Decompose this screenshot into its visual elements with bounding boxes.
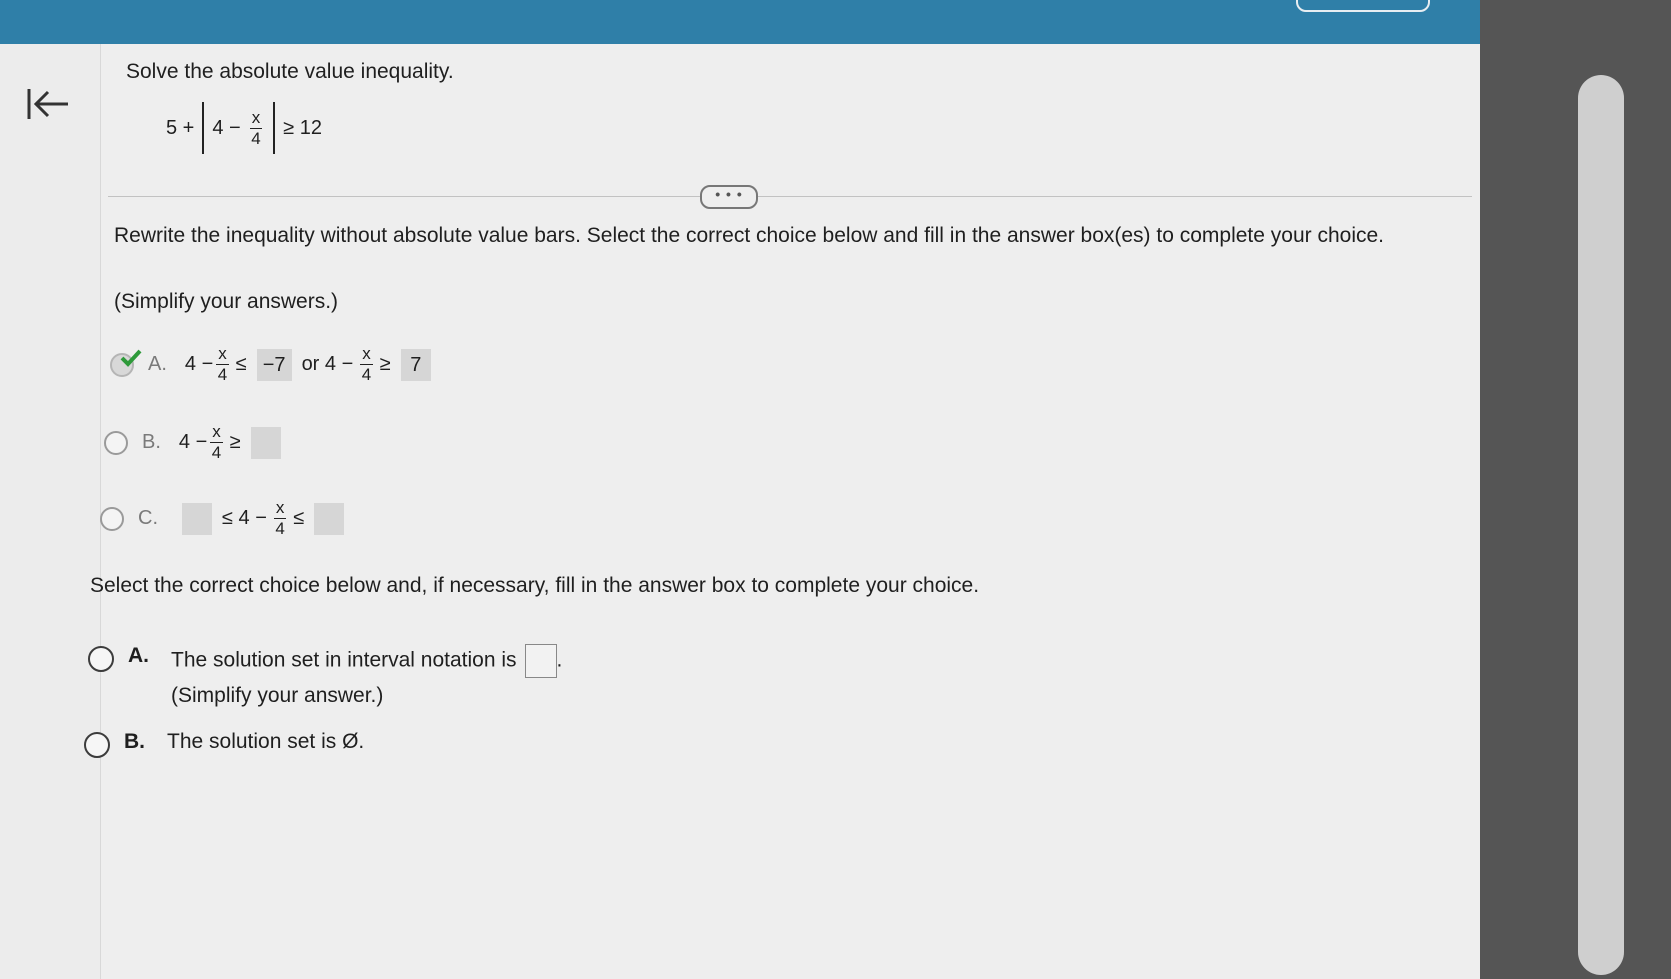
- check-icon: [120, 349, 142, 367]
- part2-instruction: Select the correct choice below and, if …: [90, 574, 980, 597]
- option-lead: 4 −: [178, 431, 208, 453]
- answer-box-1[interactable]: −7: [256, 348, 292, 381]
- option-letter: B.: [124, 730, 145, 753]
- option-body: The solution set in interval notation is…: [171, 644, 562, 708]
- option-a-radio[interactable]: [110, 349, 142, 377]
- part1-instruction: Rewrite the inequality without absolute …: [114, 224, 1384, 247]
- part1-option-b[interactable]: B. 4 − x 4 ≥: [104, 422, 287, 463]
- question-content: Solve the absolute value inequality. 5 +…: [84, 44, 1480, 979]
- header-pill-button[interactable]: [1296, 0, 1430, 12]
- fraction-denominator: 4: [211, 443, 222, 462]
- fraction-numerator: x: [216, 344, 229, 365]
- collapse-back-icon[interactable]: [26, 86, 72, 122]
- option-or-text: or 4 −: [301, 353, 354, 375]
- part1-option-c[interactable]: C. ≤ 4 − x 4 ≤: [100, 498, 350, 539]
- answer-box-1[interactable]: [182, 502, 212, 535]
- option-fraction-2: x 4: [360, 344, 373, 385]
- top-bar: [0, 0, 1480, 44]
- part1-note: (Simplify your answers.): [114, 290, 339, 313]
- fraction-denominator: 4: [217, 365, 228, 384]
- option-operator-2: ≥: [379, 353, 391, 375]
- expr-fraction: x 4: [249, 107, 263, 149]
- fraction-numerator: x: [273, 498, 287, 519]
- abs-bar-left: [202, 102, 205, 154]
- option-operator: ≥: [229, 431, 241, 453]
- option-lead: 4 −: [184, 353, 214, 375]
- answer-box-1[interactable]: [250, 426, 281, 459]
- option-fraction: x 4: [273, 498, 287, 539]
- question-page: Solve the absolute value inequality. 5 +…: [0, 44, 1480, 979]
- fraction-numerator: x: [210, 422, 223, 443]
- question-expression: 5 + 4 − x 4 ≥ 12: [166, 102, 322, 154]
- option-suffix: .: [556, 648, 563, 672]
- part1-option-a[interactable]: A. 4 − x 4 ≤ −7 or 4 − x 4 ≥ 7: [110, 344, 437, 385]
- expr-inner-lead: 4 −: [212, 116, 241, 139]
- abs-bar-right: [273, 102, 276, 154]
- interval-answer-box[interactable]: [524, 644, 557, 678]
- expr-trail: ≥ 12: [283, 116, 322, 139]
- option-operator: ≤ 4 −: [222, 507, 267, 529]
- left-rail: [0, 44, 101, 979]
- fraction-numerator: x: [249, 107, 263, 129]
- question-title: Solve the absolute value inequality.: [126, 60, 454, 83]
- window-edge: [1480, 0, 1671, 979]
- option-operator: ≤: [235, 353, 247, 375]
- option-letter: B.: [142, 431, 161, 453]
- option-fraction: x 4: [210, 422, 223, 463]
- fraction-denominator: 4: [361, 365, 372, 384]
- option-note: (Simplify your answer.): [171, 684, 384, 707]
- option-b-radio[interactable]: [104, 430, 128, 455]
- part2-option-a[interactable]: A. The solution set in interval notation…: [88, 644, 562, 708]
- part2-option-b-radio[interactable]: [84, 732, 110, 758]
- fraction-numerator: x: [360, 344, 373, 365]
- scrollbar-thumb[interactable]: [1578, 75, 1624, 975]
- option-letter: A.: [128, 644, 149, 667]
- option-text: The solution set in interval notation is: [171, 648, 517, 672]
- fraction-denominator: 4: [251, 128, 261, 148]
- option-operator-2: ≤: [293, 507, 305, 529]
- option-letter: A.: [148, 353, 167, 375]
- section-divider: [108, 196, 1472, 197]
- option-c-radio[interactable]: [100, 506, 124, 531]
- part2-option-b[interactable]: B. The solution set is Ø.: [84, 730, 364, 758]
- answer-box-2[interactable]: [314, 502, 345, 535]
- fraction-denominator: 4: [275, 519, 285, 538]
- option-letter: C.: [138, 507, 158, 529]
- option-text: The solution set is Ø.: [167, 730, 365, 753]
- part2-option-a-radio[interactable]: [88, 646, 114, 672]
- option-fraction: x 4: [216, 344, 229, 385]
- answer-box-2[interactable]: 7: [400, 348, 431, 381]
- expand-more-button[interactable]: • • •: [700, 185, 758, 209]
- expr-lead: 5 +: [166, 116, 195, 139]
